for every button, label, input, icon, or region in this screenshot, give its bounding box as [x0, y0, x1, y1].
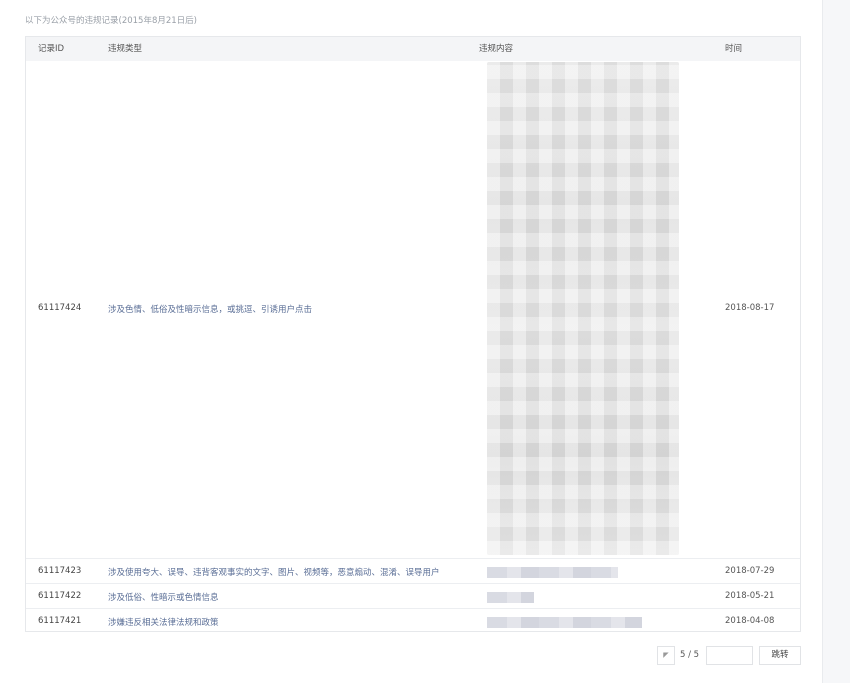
- violation-type-link[interactable]: 涉及使用夸大、误导、违背客观事实的文字、图片、视频等，恶意煽动、混淆、误导用户: [108, 566, 440, 578]
- header-violation-content: 违规内容: [479, 44, 514, 54]
- record-id: 61117423: [38, 566, 82, 576]
- table-row: 61117422 涉及低俗、性暗示或色情信息 2018-05-21: [26, 583, 800, 608]
- violation-type-link[interactable]: 涉及低俗、性暗示或色情信息: [108, 591, 219, 603]
- blurred-content: [487, 592, 534, 603]
- violation-type-link[interactable]: 涉及色情、低俗及性暗示信息，或挑逗、引诱用户点击: [108, 303, 312, 315]
- record-id: 61117424: [38, 303, 82, 313]
- prev-page-button[interactable]: ◤: [657, 646, 675, 665]
- violation-notice: 以下为公众号的违规记录(2015年8月21日后): [25, 16, 197, 26]
- page-number-input[interactable]: [706, 646, 753, 665]
- table-row: 61117423 涉及使用夸大、误导、违背客观事实的文字、图片、视频等，恶意煽动…: [26, 558, 800, 583]
- record-date: 2018-05-21: [725, 591, 775, 601]
- table-row: 61117424 涉及色情、低俗及性暗示信息，或挑逗、引诱用户点击 2018-0…: [26, 61, 800, 558]
- violation-table: 记录ID 违规类型 违规内容 时间 61117424 涉及色情、低俗及性暗示信息…: [25, 36, 801, 632]
- record-id: 61117422: [38, 591, 82, 601]
- blurred-content: [487, 567, 618, 578]
- header-violation-type: 违规类型: [108, 44, 143, 54]
- record-id: 61117421: [38, 616, 82, 626]
- page-info: 5 / 5: [680, 650, 700, 660]
- record-date: 2018-07-29: [725, 566, 775, 576]
- content-panel: 以下为公众号的违规记录(2015年8月21日后) 记录ID 违规类型 违规内容 …: [0, 0, 823, 683]
- table-header: 记录ID 违规类型 违规内容 时间: [26, 37, 800, 61]
- jump-button[interactable]: 跳转: [759, 646, 801, 665]
- violation-type-link[interactable]: 涉嫌违反相关法律法规和政策: [108, 616, 219, 628]
- blurred-content-image: [487, 62, 679, 555]
- record-date: 2018-08-17: [725, 303, 775, 313]
- header-record-id: 记录ID: [38, 44, 65, 54]
- table-row: 61117421 涉嫌违反相关法律法规和政策 2018-04-08: [26, 608, 800, 633]
- record-date: 2018-04-08: [725, 616, 775, 626]
- header-time: 时间: [725, 44, 743, 54]
- blurred-content: [487, 617, 642, 628]
